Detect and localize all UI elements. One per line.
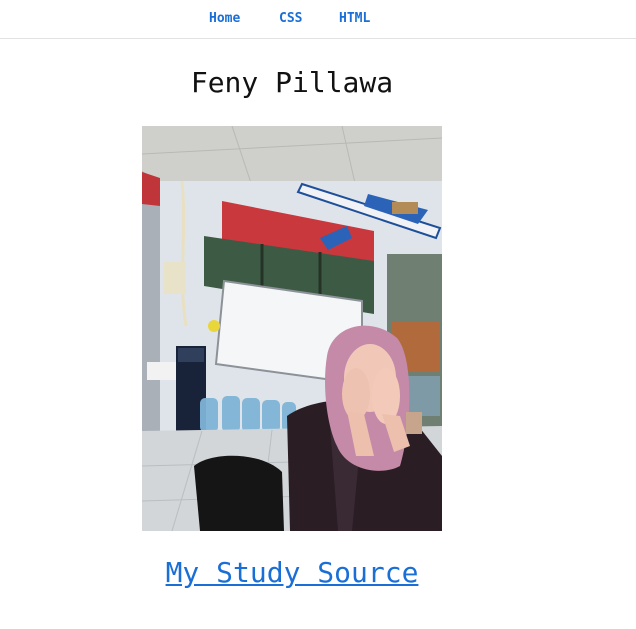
my-study-source-link[interactable]: My Study Source bbox=[0, 556, 584, 589]
page-title: Feny Pillawa bbox=[190, 66, 394, 99]
profile-photo-illustration bbox=[142, 126, 442, 531]
nav-link-css[interactable]: CSS bbox=[279, 11, 302, 26]
nav-link-home[interactable]: Home bbox=[209, 11, 240, 26]
nav-link-html[interactable]: HTML bbox=[339, 11, 370, 26]
top-navigation: Home CSS HTML bbox=[0, 0, 636, 39]
profile-photo bbox=[142, 126, 442, 531]
